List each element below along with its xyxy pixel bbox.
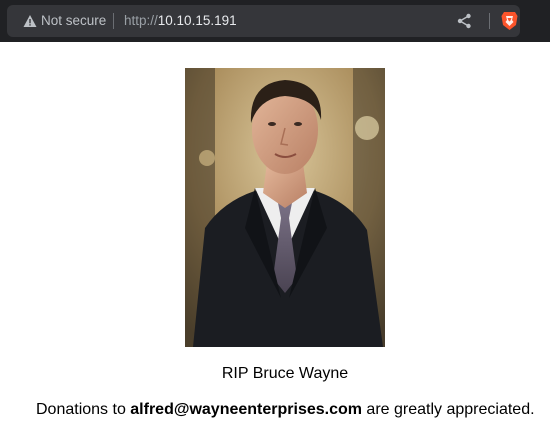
url-host: 10.10.15.191 [157,13,237,28]
warning-icon[interactable] [23,14,37,28]
donations-prefix: Donations to [36,401,131,418]
donations-suffix: are greatly appreciated. [361,401,535,418]
browser-toolbar: Not secure http://10.10.15.191 [0,0,550,42]
url-text[interactable]: http://10.10.15.191 [124,13,237,29]
toolbar-separator [489,13,490,29]
address-bar[interactable]: Not secure http://10.10.15.191 [7,5,520,37]
brave-shield-icon[interactable] [501,11,518,31]
url-scheme: http:// [124,13,158,28]
donations-email: alfred@wayneenterprises.com [130,401,362,418]
security-status-label[interactable]: Not secure [41,13,106,29]
donations-text: Donations to alfred@wayneenterprises.com… [36,401,535,419]
portrait-photo [185,68,385,347]
address-separator [113,13,114,29]
share-icon[interactable] [457,13,472,29]
caption-text: RIP Bruce Wayne [221,365,349,382]
